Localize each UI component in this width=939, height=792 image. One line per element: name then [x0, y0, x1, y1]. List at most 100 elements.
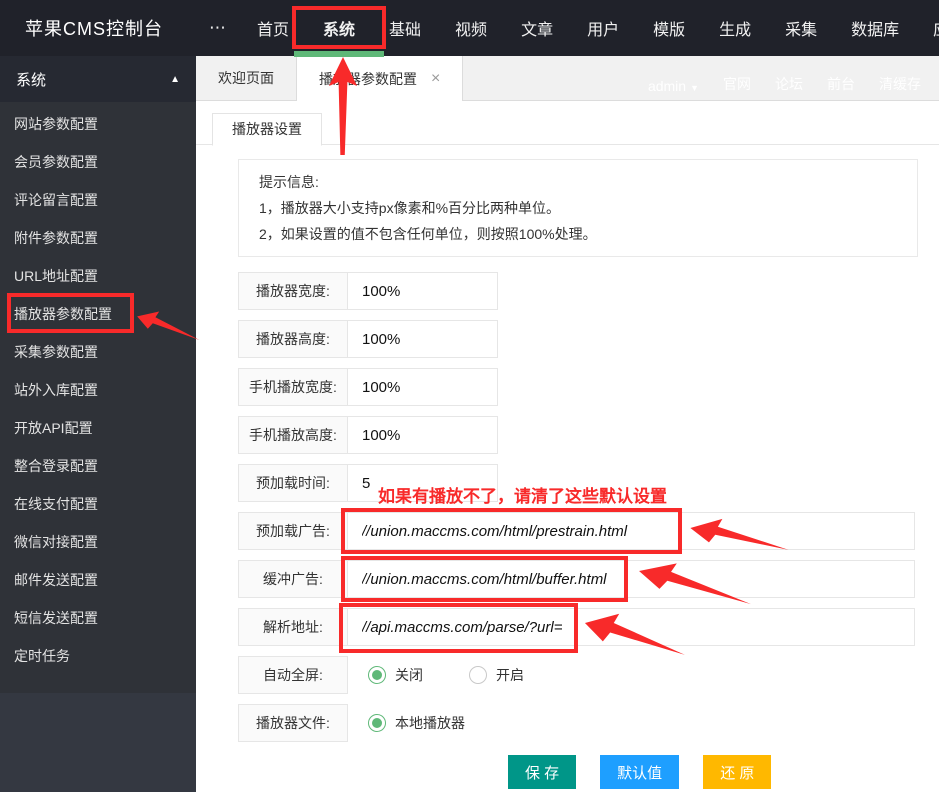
nav-item-collect[interactable]: 采集 [768, 0, 834, 56]
form-row-parse-url: 解析地址: [238, 603, 939, 655]
sidebar-group-label: 系统 [16, 71, 47, 89]
sidebar-item-sms-config[interactable]: 短信发送配置 [0, 599, 196, 637]
preload-ad-label: 预加载广告: [238, 512, 348, 550]
sidebar-item-collect-config[interactable]: 采集参数配置 [0, 333, 196, 371]
sidebar-item-attachment-config[interactable]: 附件参数配置 [0, 219, 196, 257]
form-row-mobile-width: 手机播放宽度: [238, 368, 939, 406]
sidebar-footer [0, 693, 196, 792]
nav-item-system-label: 系统 [323, 22, 356, 39]
buffer-ad-label: 缓冲广告: [238, 560, 348, 598]
sidebar-menu: 网站参数配置 会员参数配置 评论留言配置 附件参数配置 URL地址配置 播放器参… [0, 102, 200, 675]
form-row-player-width: 播放器宽度: [238, 272, 939, 310]
default-values-button[interactable]: 默认值 [600, 755, 680, 789]
app-logo: 苹果CMS控制台 [25, 19, 163, 39]
page-tabstrip: 欢迎页面 播放器参数配置 × admin ▼ 官网 论坛 前台 清缓存 [196, 56, 939, 155]
preload-ad-input[interactable] [348, 522, 914, 540]
mobile-width-label: 手机播放宽度: [238, 368, 348, 406]
player-width-input[interactable] [348, 282, 497, 300]
radio-option-on[interactable]: 开启 [469, 665, 524, 685]
username: admin [647, 78, 687, 94]
sidebar-item-open-api-config[interactable]: 开放API配置 [0, 409, 196, 447]
radio-off-label: 关闭 [395, 667, 423, 683]
form-row-preload-time: 预加载时间: [238, 464, 939, 502]
link-forum[interactable]: 论坛 [775, 74, 803, 94]
sidebar-item-cron-task[interactable]: 定时任务 [0, 637, 196, 675]
nav-item-database[interactable]: 数据库 [834, 0, 916, 56]
radio-on-label: 开启 [496, 667, 524, 683]
notice-line-2: 2，如果设置的值不包含任何单位，则按照100%处理。 [259, 226, 597, 242]
sidebar-item-comment-config[interactable]: 评论留言配置 [0, 181, 196, 219]
form-row-preload-ad: 预加载广告: [238, 508, 939, 554]
sidebar-item-online-pay-config[interactable]: 在线支付配置 [0, 485, 196, 523]
form-buttons: 保 存 默认值 还 原 [508, 755, 939, 789]
sidebar-item-integrated-login-config[interactable]: 整合登录配置 [0, 447, 196, 485]
mobile-height-label: 手机播放高度: [238, 416, 348, 454]
user-toolbar: admin ▼ 官网 论坛 前台 清缓存 [648, 56, 921, 101]
form-row-buffer-ad: 缓冲广告: [238, 556, 939, 605]
sidebar: 系统 ▲ 网站参数配置 会员参数配置 评论留言配置 附件参数配置 URL地址配置… [0, 56, 200, 792]
sidebar-group-system[interactable]: 系统 ▲ [0, 56, 196, 102]
notice-title: 提示信息: [259, 174, 319, 190]
sidebar-item-player-config-label: 播放器参数配置 [14, 306, 112, 322]
player-height-input[interactable] [348, 330, 497, 348]
user-dropdown[interactable]: admin ▼ [648, 78, 699, 94]
top-header: 苹果CMS控制台 ⋯ 首页 系统 基础 视频 文章 用户 模版 生成 采集 数据… [0, 0, 939, 57]
notice-box: 提示信息: 1，播放器大小支持px像素和%百分比两种单位。 2，如果设置的值不包… [238, 159, 918, 257]
sidebar-item-wechat-config[interactable]: 微信对接配置 [0, 523, 196, 561]
preload-time-input[interactable] [348, 474, 497, 492]
form-row-player-height: 播放器高度: [238, 320, 939, 358]
parse-url-input[interactable] [348, 618, 914, 636]
preload-time-label: 预加载时间: [238, 464, 348, 502]
sidebar-item-url-config[interactable]: URL地址配置 [0, 257, 196, 295]
sidebar-item-site-config[interactable]: 网站参数配置 [0, 105, 196, 143]
nav-item-article[interactable]: 文章 [504, 0, 570, 56]
restore-button[interactable]: 还 原 [703, 755, 772, 789]
radio-option-off[interactable]: 关闭 [368, 665, 423, 685]
auto-fullscreen-label: 自动全屏: [238, 656, 348, 694]
sidebar-item-player-config[interactable]: 播放器参数配置 [0, 293, 200, 341]
player-width-label: 播放器宽度: [238, 272, 348, 310]
parse-url-label: 解析地址: [238, 608, 348, 646]
save-button[interactable]: 保 存 [508, 755, 577, 789]
sidebar-item-member-config[interactable]: 会员参数配置 [0, 143, 196, 181]
player-file-label: 播放器文件: [238, 704, 348, 742]
nav-item-basic[interactable]: 基础 [372, 0, 438, 56]
nav-item-home[interactable]: 首页 [240, 0, 306, 56]
buffer-ad-input[interactable] [348, 570, 914, 588]
tab-player-config[interactable]: 播放器参数配置 × [297, 56, 464, 101]
tab-player-config-label: 播放器参数配置 [319, 70, 417, 87]
sidebar-item-external-store-config[interactable]: 站外入库配置 [0, 371, 196, 409]
main-area: 欢迎页面 播放器参数配置 × admin ▼ 官网 论坛 前台 清缓存 播放器设置… [196, 56, 939, 792]
nav-item-user[interactable]: 用户 [570, 0, 636, 56]
chevron-up-icon: ▲ [170, 73, 180, 85]
player-height-label: 播放器高度: [238, 320, 348, 358]
panel-tabs: 播放器设置 [196, 113, 939, 146]
radio-on-icon[interactable] [368, 666, 386, 684]
close-icon[interactable]: × [431, 70, 440, 88]
tab-player-settings[interactable]: 播放器设置 [212, 113, 322, 146]
link-clear-cache[interactable]: 清缓存 [879, 74, 921, 94]
more-menu-icon[interactable]: ⋯ [209, 18, 228, 38]
chevron-down-icon: ▼ [690, 83, 699, 93]
tab-welcome[interactable]: 欢迎页面 [196, 56, 297, 100]
radio-on-icon[interactable] [368, 714, 386, 732]
mobile-height-input[interactable] [348, 426, 497, 444]
nav-item-video[interactable]: 视频 [438, 0, 504, 56]
radio-option-local-player[interactable]: 本地播放器 [368, 713, 465, 733]
sidebar-item-email-config[interactable]: 邮件发送配置 [0, 561, 196, 599]
nav-item-template[interactable]: 模版 [636, 0, 702, 56]
form-content: 提示信息: 1，播放器大小支持px像素和%百分比两种单位。 2，如果设置的值不包… [196, 145, 939, 789]
link-official-site[interactable]: 官网 [723, 74, 751, 94]
nav-item-apps[interactable]: 应用 [916, 0, 939, 56]
nav-item-system[interactable]: 系统 [292, 0, 387, 57]
form-row-auto-fullscreen: 自动全屏: 关闭 开启 [238, 656, 939, 694]
top-nav: 首页 系统 基础 视频 文章 用户 模版 生成 采集 数据库 应用 [240, 0, 939, 57]
nav-item-generate[interactable]: 生成 [702, 0, 768, 56]
radio-local-player-label: 本地播放器 [395, 715, 465, 731]
auto-fullscreen-options: 关闭 开启 [368, 656, 524, 694]
form-row-mobile-height: 手机播放高度: [238, 416, 939, 454]
mobile-width-input[interactable] [348, 378, 497, 396]
radio-off-icon[interactable] [469, 666, 487, 684]
notice-line-1: 1，播放器大小支持px像素和%百分比两种单位。 [259, 200, 561, 216]
link-frontend[interactable]: 前台 [827, 74, 855, 94]
